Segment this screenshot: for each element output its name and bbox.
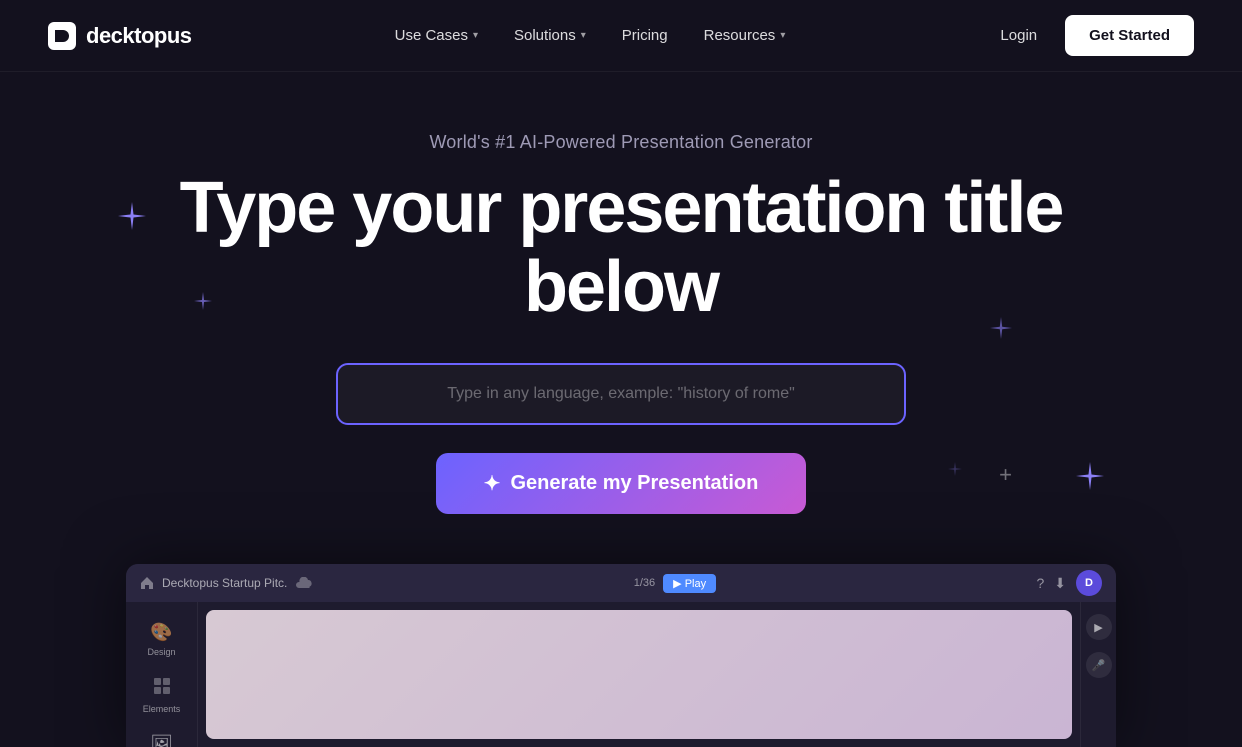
- input-wrapper: [336, 363, 906, 425]
- nav-links: Use Cases ▾ Solutions ▾ Pricing Resource…: [381, 19, 800, 52]
- nav-link-pricing[interactable]: Pricing: [608, 19, 682, 52]
- hero-subtitle: World's #1 AI-Powered Presentation Gener…: [429, 132, 812, 153]
- app-right-bar: ▶ 🎤: [1080, 602, 1116, 747]
- sparkle-icon: ✦: [484, 471, 501, 496]
- logo-icon: [48, 22, 76, 50]
- app-canvas: [206, 610, 1072, 739]
- page-indicator: 1/36: [634, 577, 655, 589]
- plus-decoration: +: [999, 462, 1012, 488]
- help-icon[interactable]: ?: [1036, 575, 1044, 591]
- logo-text: decktopus: [86, 23, 192, 49]
- bar-presentation-title: Decktopus Startup Pitc.: [162, 576, 287, 590]
- download-icon[interactable]: ⬇: [1054, 575, 1066, 592]
- hero-section: + World's #1 AI-Powered Presentation Gen…: [0, 72, 1242, 554]
- login-button[interactable]: Login: [988, 19, 1049, 52]
- generate-button-label: Generate my Presentation: [510, 472, 758, 495]
- app-preview: Decktopus Startup Pitc. 1/36 ▶ Play ? ⬇ …: [126, 564, 1116, 747]
- logo[interactable]: decktopus: [48, 22, 192, 50]
- design-icon: 🎨: [150, 622, 172, 643]
- star-decoration-4: [1076, 462, 1104, 490]
- nav-link-resources[interactable]: Resources ▾: [690, 19, 800, 52]
- sidebar-item-design[interactable]: 🎨 Design: [132, 614, 192, 665]
- sidebar-item-media[interactable]: 🖼 Media: [132, 726, 192, 747]
- generate-button[interactable]: ✦ Generate my Presentation: [436, 453, 807, 514]
- cloud-icon: [295, 577, 313, 589]
- nav-link-use-cases[interactable]: Use Cases ▾: [381, 19, 492, 52]
- star-decoration-1: [118, 202, 146, 230]
- bar-right: ? ⬇ D: [1036, 570, 1102, 596]
- chevron-down-icon: ▾: [780, 30, 785, 41]
- mic-icon-btn[interactable]: 🎤: [1086, 652, 1112, 678]
- bar-center: 1/36 ▶ Play: [634, 574, 716, 593]
- nav-actions: Login Get Started: [988, 15, 1194, 56]
- presentation-title-input[interactable]: [336, 363, 906, 425]
- sidebar-item-elements[interactable]: Elements: [132, 669, 192, 722]
- elements-icon: [153, 677, 171, 700]
- app-preview-bar: Decktopus Startup Pitc. 1/36 ▶ Play ? ⬇ …: [126, 564, 1116, 602]
- app-body: 🎨 Design Elements 🖼: [126, 602, 1116, 747]
- nav-link-solutions[interactable]: Solutions ▾: [500, 19, 600, 52]
- home-icon: [140, 576, 154, 590]
- get-started-button[interactable]: Get Started: [1065, 15, 1194, 56]
- navbar: decktopus Use Cases ▾ Solutions ▾ Pricin…: [0, 0, 1242, 72]
- media-icon: 🖼: [150, 734, 173, 747]
- play-icon-btn[interactable]: ▶: [1086, 614, 1112, 640]
- user-avatar: D: [1076, 570, 1102, 596]
- bar-left: Decktopus Startup Pitc.: [140, 576, 313, 590]
- chevron-down-icon: ▾: [581, 30, 586, 41]
- chevron-down-icon: ▾: [473, 30, 478, 41]
- hero-title: Type your presentation title below: [171, 169, 1071, 327]
- app-sidebar: 🎨 Design Elements 🖼: [126, 602, 198, 747]
- play-button-bar[interactable]: ▶ Play: [663, 574, 716, 593]
- star-decoration-5: [948, 462, 962, 476]
